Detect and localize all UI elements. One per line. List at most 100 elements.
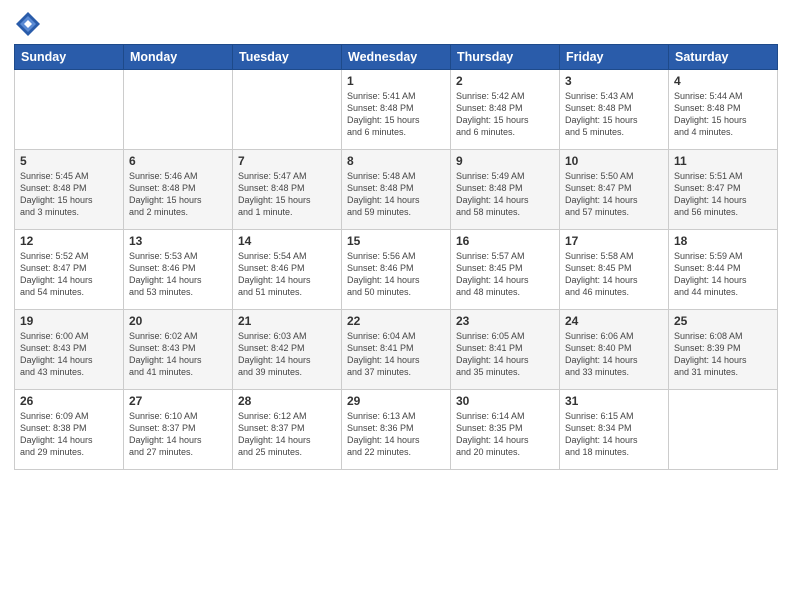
table-row: 12 Sunrise: 5:52 AM Sunset: 8:47 PM Dayli…: [15, 230, 124, 310]
table-row: 19 Sunrise: 6:00 AM Sunset: 8:43 PM Dayli…: [15, 310, 124, 390]
day-number: 10: [565, 154, 663, 168]
col-tuesday: Tuesday: [233, 45, 342, 70]
day-detail: Sunrise: 6:00 AM Sunset: 8:43 PM Dayligh…: [20, 330, 118, 379]
day-number: 5: [20, 154, 118, 168]
day-detail: Sunrise: 5:45 AM Sunset: 8:48 PM Dayligh…: [20, 170, 118, 219]
table-row: 20 Sunrise: 6:02 AM Sunset: 8:43 PM Dayli…: [124, 310, 233, 390]
day-number: 17: [565, 234, 663, 248]
col-wednesday: Wednesday: [342, 45, 451, 70]
col-thursday: Thursday: [451, 45, 560, 70]
day-number: 4: [674, 74, 772, 88]
table-row: 6 Sunrise: 5:46 AM Sunset: 8:48 PM Daylig…: [124, 150, 233, 230]
day-number: 6: [129, 154, 227, 168]
day-detail: Sunrise: 5:46 AM Sunset: 8:48 PM Dayligh…: [129, 170, 227, 219]
table-row: 2 Sunrise: 5:42 AM Sunset: 8:48 PM Daylig…: [451, 70, 560, 150]
day-number: 24: [565, 314, 663, 328]
day-detail: Sunrise: 6:08 AM Sunset: 8:39 PM Dayligh…: [674, 330, 772, 379]
logo-icon: [14, 10, 42, 38]
day-detail: Sunrise: 5:44 AM Sunset: 8:48 PM Dayligh…: [674, 90, 772, 139]
calendar-week-row: 5 Sunrise: 5:45 AM Sunset: 8:48 PM Daylig…: [15, 150, 778, 230]
day-detail: Sunrise: 5:59 AM Sunset: 8:44 PM Dayligh…: [674, 250, 772, 299]
table-row: 29Sunrise: 6:13 AM Sunset: 8:36 PM Dayli…: [342, 390, 451, 470]
table-row: 9 Sunrise: 5:49 AM Sunset: 8:48 PM Daylig…: [451, 150, 560, 230]
table-row: 17 Sunrise: 5:58 AM Sunset: 8:45 PM Dayli…: [560, 230, 669, 310]
table-row: [233, 70, 342, 150]
table-row: [669, 390, 778, 470]
day-detail: Sunrise: 6:12 AM Sunset: 8:37 PM Dayligh…: [238, 410, 336, 459]
table-row: 25 Sunrise: 6:08 AM Sunset: 8:39 PM Dayli…: [669, 310, 778, 390]
col-sunday: Sunday: [15, 45, 124, 70]
day-detail: Sunrise: 5:41 AM Sunset: 8:48 PM Dayligh…: [347, 90, 445, 139]
day-number: 11: [674, 154, 772, 168]
page-container: Sunday Monday Tuesday Wednesday Thursday…: [0, 0, 792, 480]
day-number: 20: [129, 314, 227, 328]
day-number: 19: [20, 314, 118, 328]
table-row: 1 Sunrise: 5:41 AM Sunset: 8:48 PM Daylig…: [342, 70, 451, 150]
day-detail: Sunrise: 6:13 AM Sunset: 8:36 PM Dayligh…: [347, 410, 445, 459]
header: [14, 10, 778, 38]
day-number: 31: [565, 394, 663, 408]
table-row: 10 Sunrise: 5:50 AM Sunset: 8:47 PM Dayli…: [560, 150, 669, 230]
table-row: 16 Sunrise: 5:57 AM Sunset: 8:45 PM Dayli…: [451, 230, 560, 310]
table-row: 8 Sunrise: 5:48 AM Sunset: 8:48 PM Daylig…: [342, 150, 451, 230]
calendar-week-row: 19 Sunrise: 6:00 AM Sunset: 8:43 PM Dayli…: [15, 310, 778, 390]
day-number: 1: [347, 74, 445, 88]
day-detail: Sunrise: 5:48 AM Sunset: 8:48 PM Dayligh…: [347, 170, 445, 219]
col-friday: Friday: [560, 45, 669, 70]
day-detail: Sunrise: 6:04 AM Sunset: 8:41 PM Dayligh…: [347, 330, 445, 379]
day-detail: Sunrise: 5:58 AM Sunset: 8:45 PM Dayligh…: [565, 250, 663, 299]
table-row: 13Sunrise: 5:53 AM Sunset: 8:46 PM Dayli…: [124, 230, 233, 310]
day-detail: Sunrise: 5:57 AM Sunset: 8:45 PM Dayligh…: [456, 250, 554, 299]
day-number: 22: [347, 314, 445, 328]
day-detail: Sunrise: 5:53 AM Sunset: 8:46 PM Dayligh…: [129, 250, 227, 299]
day-number: 28: [238, 394, 336, 408]
day-detail: Sunrise: 6:02 AM Sunset: 8:43 PM Dayligh…: [129, 330, 227, 379]
table-row: 11 Sunrise: 5:51 AM Sunset: 8:47 PM Dayli…: [669, 150, 778, 230]
day-detail: Sunrise: 5:54 AM Sunset: 8:46 PM Dayligh…: [238, 250, 336, 299]
day-number: 27: [129, 394, 227, 408]
day-detail: Sunrise: 6:06 AM Sunset: 8:40 PM Dayligh…: [565, 330, 663, 379]
table-row: 27 Sunrise: 6:10 AM Sunset: 8:37 PM Dayli…: [124, 390, 233, 470]
table-row: 22 Sunrise: 6:04 AM Sunset: 8:41 PM Dayli…: [342, 310, 451, 390]
day-number: 7: [238, 154, 336, 168]
day-detail: Sunrise: 6:03 AM Sunset: 8:42 PM Dayligh…: [238, 330, 336, 379]
table-row: [124, 70, 233, 150]
calendar: Sunday Monday Tuesday Wednesday Thursday…: [14, 44, 778, 470]
day-detail: Sunrise: 5:42 AM Sunset: 8:48 PM Dayligh…: [456, 90, 554, 139]
table-row: 15 Sunrise: 5:56 AM Sunset: 8:46 PM Dayli…: [342, 230, 451, 310]
day-number: 26: [20, 394, 118, 408]
table-row: 26 Sunrise: 6:09 AM Sunset: 8:38 PM Dayli…: [15, 390, 124, 470]
calendar-week-row: 1 Sunrise: 5:41 AM Sunset: 8:48 PM Daylig…: [15, 70, 778, 150]
day-number: 16: [456, 234, 554, 248]
table-row: 18Sunrise: 5:59 AM Sunset: 8:44 PM Dayli…: [669, 230, 778, 310]
table-row: 24 Sunrise: 6:06 AM Sunset: 8:40 PM Dayli…: [560, 310, 669, 390]
day-number: 15: [347, 234, 445, 248]
day-detail: Sunrise: 5:51 AM Sunset: 8:47 PM Dayligh…: [674, 170, 772, 219]
table-row: 31 Sunrise: 6:15 AM Sunset: 8:34 PM Dayli…: [560, 390, 669, 470]
day-detail: Sunrise: 5:50 AM Sunset: 8:47 PM Dayligh…: [565, 170, 663, 219]
day-number: 9: [456, 154, 554, 168]
day-number: 25: [674, 314, 772, 328]
day-number: 23: [456, 314, 554, 328]
table-row: 30Sunrise: 6:14 AM Sunset: 8:35 PM Dayli…: [451, 390, 560, 470]
day-number: 21: [238, 314, 336, 328]
day-detail: Sunrise: 6:10 AM Sunset: 8:37 PM Dayligh…: [129, 410, 227, 459]
calendar-week-row: 26 Sunrise: 6:09 AM Sunset: 8:38 PM Dayli…: [15, 390, 778, 470]
day-detail: Sunrise: 6:05 AM Sunset: 8:41 PM Dayligh…: [456, 330, 554, 379]
col-saturday: Saturday: [669, 45, 778, 70]
day-number: 8: [347, 154, 445, 168]
day-detail: Sunrise: 5:56 AM Sunset: 8:46 PM Dayligh…: [347, 250, 445, 299]
day-number: 12: [20, 234, 118, 248]
day-detail: Sunrise: 5:49 AM Sunset: 8:48 PM Dayligh…: [456, 170, 554, 219]
day-detail: Sunrise: 6:15 AM Sunset: 8:34 PM Dayligh…: [565, 410, 663, 459]
table-row: 5 Sunrise: 5:45 AM Sunset: 8:48 PM Daylig…: [15, 150, 124, 230]
day-detail: Sunrise: 6:09 AM Sunset: 8:38 PM Dayligh…: [20, 410, 118, 459]
table-row: 28 Sunrise: 6:12 AM Sunset: 8:37 PM Dayli…: [233, 390, 342, 470]
table-row: 14Sunrise: 5:54 AM Sunset: 8:46 PM Dayli…: [233, 230, 342, 310]
calendar-week-row: 12 Sunrise: 5:52 AM Sunset: 8:47 PM Dayli…: [15, 230, 778, 310]
day-detail: Sunrise: 5:47 AM Sunset: 8:48 PM Dayligh…: [238, 170, 336, 219]
table-row: 23 Sunrise: 6:05 AM Sunset: 8:41 PM Dayli…: [451, 310, 560, 390]
day-number: 2: [456, 74, 554, 88]
day-detail: Sunrise: 5:52 AM Sunset: 8:47 PM Dayligh…: [20, 250, 118, 299]
day-detail: Sunrise: 6:14 AM Sunset: 8:35 PM Dayligh…: [456, 410, 554, 459]
